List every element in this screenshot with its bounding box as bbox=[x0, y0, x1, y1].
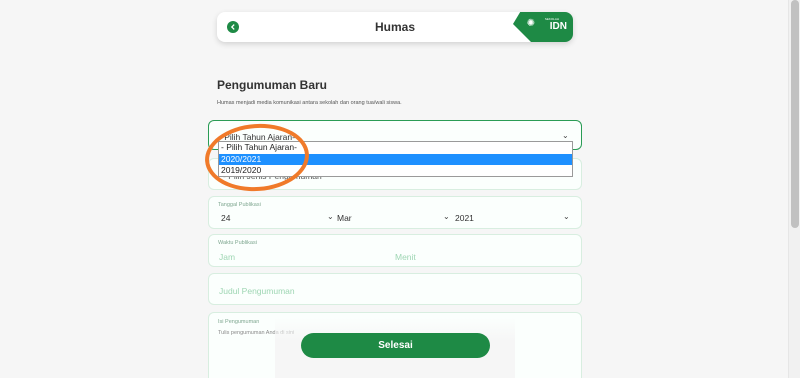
judul-input[interactable]: Judul Pengumuman bbox=[219, 286, 295, 296]
chevron-down-icon: ⌄ bbox=[327, 212, 334, 221]
scrollbar-thumb[interactable] bbox=[791, 0, 799, 228]
tahun-ajaran-dropdown-list[interactable]: - Pilih Tahun Ajaran- 2020/2021 2019/202… bbox=[218, 141, 573, 177]
submit-button[interactable]: Selesai bbox=[301, 333, 490, 358]
section-description: Humas menjadi media komunikasi antara se… bbox=[217, 100, 402, 106]
month-select[interactable]: Mar bbox=[337, 213, 352, 223]
tanggal-publikasi-label: Tanggal Publikasi bbox=[218, 202, 261, 208]
scrollbar[interactable] bbox=[788, 0, 800, 378]
tanggal-publikasi-field: Tanggal Publikasi 24 ⌄ Mar ⌄ 2021 ⌄ bbox=[208, 196, 582, 229]
day-select[interactable]: 24 bbox=[221, 213, 230, 223]
option-placeholder[interactable]: - Pilih Tahun Ajaran- bbox=[219, 142, 572, 154]
option-2019-2020[interactable]: 2019/2020 bbox=[219, 165, 572, 177]
isi-pengumuman-label: Isi Pengumuman bbox=[218, 319, 260, 325]
waktu-publikasi-label: Waktu Publikasi bbox=[218, 240, 257, 246]
hour-input[interactable]: Jam bbox=[219, 252, 235, 262]
chevron-down-icon: ⌄ bbox=[563, 212, 570, 221]
brand-name: IDN bbox=[549, 21, 567, 32]
year-select[interactable]: 2021 bbox=[455, 213, 474, 223]
chevron-down-icon: ⌄ bbox=[443, 212, 450, 221]
section-title: Pengumuman Baru bbox=[217, 78, 328, 92]
app-header: Humas ✺ SEKOLAH IDN bbox=[217, 12, 573, 42]
judul-field[interactable]: Judul Pengumuman bbox=[208, 273, 582, 305]
option-2020-2021[interactable]: 2020/2021 bbox=[219, 153, 572, 165]
chevron-down-icon: ⌄ bbox=[562, 131, 569, 140]
sun-icon: ✺ bbox=[526, 18, 535, 29]
minute-input[interactable]: Menit bbox=[395, 252, 416, 262]
waktu-publikasi-field: Waktu Publikasi Jam Menit bbox=[208, 234, 582, 267]
